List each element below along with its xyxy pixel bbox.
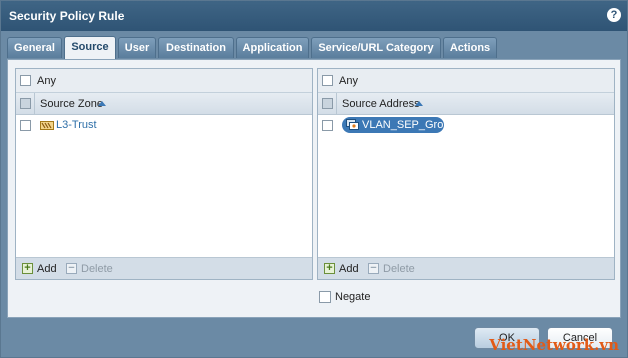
select-all-checkbox[interactable] xyxy=(322,98,333,109)
dialog-title: Security Policy Rule xyxy=(9,9,125,23)
tab-user[interactable]: User xyxy=(118,37,156,58)
title-bar: Security Policy Rule ? xyxy=(1,1,627,31)
delete-button: Delete xyxy=(81,263,113,275)
address-chip[interactable]: VLAN_SEP_Group xyxy=(342,117,456,134)
add-icon[interactable]: + xyxy=(22,263,33,274)
any-checkbox[interactable] xyxy=(20,75,31,86)
row-checkbox[interactable] xyxy=(322,120,333,131)
panel-footer: + Add − Delete xyxy=(318,257,614,279)
any-label: Any xyxy=(37,75,56,87)
address-group-label: VLAN_SEP_Group xyxy=(362,119,456,131)
column-divider xyxy=(34,93,35,114)
zone-link[interactable]: L3-Trust xyxy=(56,119,97,131)
address-group-icon xyxy=(346,119,359,134)
add-icon[interactable]: + xyxy=(324,263,335,274)
delete-button: Delete xyxy=(383,263,415,275)
panel-footer: + Add − Delete xyxy=(16,257,312,279)
delete-icon: − xyxy=(66,263,77,274)
source-address-panel: Any Source Address VLAN_SEP_Group + Add … xyxy=(317,68,615,280)
any-checkbox[interactable] xyxy=(322,75,333,86)
tab-application[interactable]: Application xyxy=(236,37,309,58)
add-button[interactable]: Add xyxy=(339,263,359,275)
any-label: Any xyxy=(339,75,358,87)
sort-ascending-icon xyxy=(98,101,106,106)
security-policy-rule-dialog: Security Policy Rule ? General Source Us… xyxy=(0,0,628,358)
help-icon[interactable]: ? xyxy=(607,8,621,22)
watermark: VietNetwork.vn xyxy=(489,336,619,354)
add-button[interactable]: Add xyxy=(37,263,57,275)
source-address-column-header[interactable]: Source Address xyxy=(342,98,420,110)
column-divider xyxy=(336,93,337,114)
zone-icon xyxy=(40,120,54,134)
source-tab-content: Any Source Zone L3-Trust + Add − Delete … xyxy=(7,59,621,318)
tab-destination[interactable]: Destination xyxy=(158,37,234,58)
any-row: Any xyxy=(16,69,312,93)
source-zone-panel: Any Source Zone L3-Trust + Add − Delete xyxy=(15,68,313,280)
table-row[interactable]: L3-Trust xyxy=(16,115,312,135)
negate-label: Negate xyxy=(335,291,371,303)
table-row[interactable]: VLAN_SEP_Group xyxy=(318,115,614,135)
select-all-checkbox[interactable] xyxy=(20,98,31,109)
tab-actions[interactable]: Actions xyxy=(443,37,497,58)
column-header-row: Source Zone xyxy=(16,93,312,115)
tab-general[interactable]: General xyxy=(7,37,62,58)
column-header-row: Source Address xyxy=(318,93,614,115)
negate-checkbox[interactable] xyxy=(319,291,331,303)
tab-source[interactable]: Source xyxy=(64,36,116,59)
row-checkbox[interactable] xyxy=(20,120,31,131)
delete-icon: − xyxy=(368,263,379,274)
source-zone-column-header[interactable]: Source Zone xyxy=(40,98,103,110)
sort-ascending-icon xyxy=(415,101,423,106)
any-row: Any xyxy=(318,69,614,93)
tab-service-url-category[interactable]: Service/URL Category xyxy=(311,37,441,58)
